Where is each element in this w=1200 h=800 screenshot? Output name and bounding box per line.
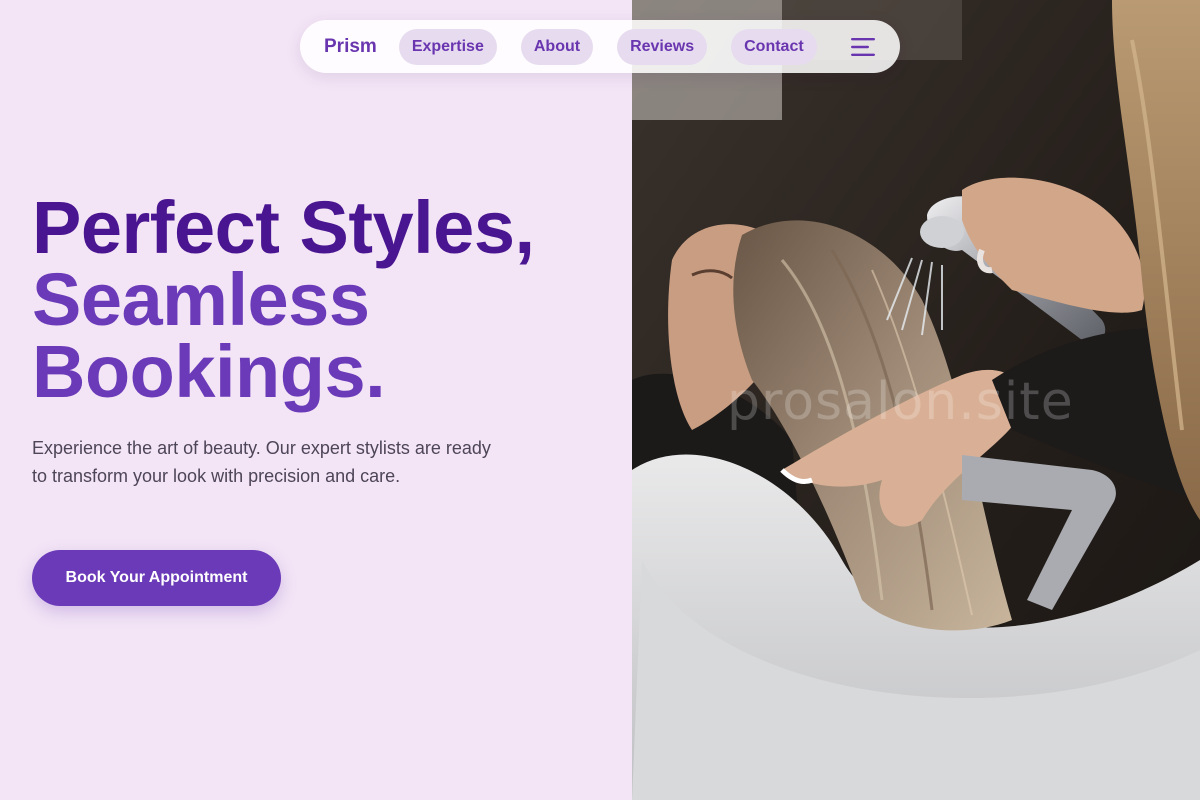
top-nav: Prism Expertise About Reviews Contact — [300, 20, 900, 73]
nav-link-about[interactable]: About — [520, 28, 594, 65]
hero-photo: prosalon.site — [632, 0, 1200, 800]
hero-title-line-1: Perfect Styles, — [32, 186, 535, 269]
watermark-text: prosalon.site — [727, 372, 1074, 432]
hero-title-line-2: Seamless — [32, 258, 370, 341]
nav-link-contact[interactable]: Contact — [731, 28, 817, 65]
nav-link-reviews[interactable]: Reviews — [617, 28, 708, 65]
brand-logo[interactable]: Prism — [324, 36, 377, 58]
landing-page: prosalon.site Prism Expertise About Revi… — [0, 0, 1200, 800]
hero-title-line-3: Bookings. — [32, 330, 386, 413]
book-appointment-button[interactable]: Book Your Appointment — [32, 550, 281, 606]
nav-link-expertise[interactable]: Expertise — [398, 28, 497, 65]
hamburger-menu-icon[interactable] — [850, 36, 876, 58]
hero-description: Experience the art of beauty. Our expert… — [32, 438, 491, 486]
hero-title: Perfect Styles, Seamless Bookings. — [32, 186, 535, 413]
